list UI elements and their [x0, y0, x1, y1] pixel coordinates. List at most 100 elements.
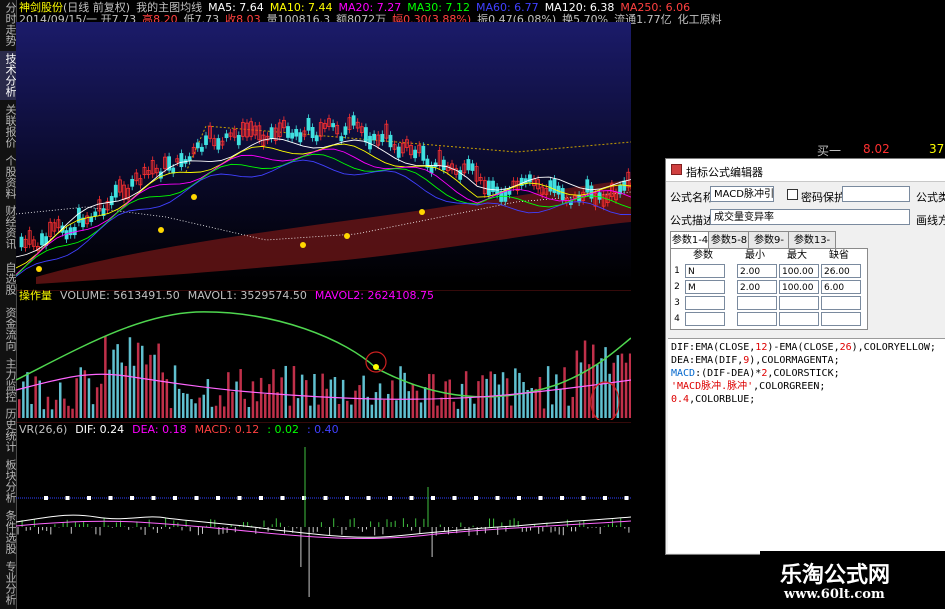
formula-editor-window[interactable]: 指标公式编辑器 公式名称 MACD脉冲引用 密码保护 公式类型 公式描述 成交量…: [665, 158, 945, 555]
volume-bar: [321, 373, 324, 418]
side-tab-8[interactable]: 历史统计: [0, 406, 17, 455]
volume-bar: [292, 366, 296, 418]
side-tab-4[interactable]: 财经资讯: [0, 203, 17, 252]
volume-bar: [592, 344, 595, 418]
formula-name-field[interactable]: MACD脉冲引用: [710, 186, 774, 202]
param-max-cell[interactable]: 100.00: [779, 280, 819, 294]
candle: [585, 179, 590, 193]
candle: [351, 115, 356, 126]
param-name-cell[interactable]: M: [685, 280, 725, 294]
side-tab-11[interactable]: 专业分析: [0, 558, 17, 607]
param-def-cell[interactable]: [821, 312, 861, 326]
editor-title: 指标公式编辑器: [686, 166, 763, 179]
threshold-dot: [259, 496, 263, 500]
param-min-cell[interactable]: 2.00: [737, 280, 777, 294]
volume-bar: [153, 354, 156, 418]
param-row-number: 3: [674, 298, 680, 308]
param-tab-2[interactable]: 参数9-12: [748, 231, 790, 263]
candle: [187, 156, 192, 161]
side-tab-5[interactable]: 自选股: [0, 254, 17, 303]
threshold-dot: [474, 496, 478, 500]
param-min-cell[interactable]: [737, 296, 777, 310]
volume-bar: [337, 403, 341, 418]
volume-bar: [596, 364, 599, 418]
side-tab-2[interactable]: 关联报价: [0, 102, 17, 151]
editor-titlebar[interactable]: 指标公式编辑器: [666, 159, 945, 182]
candle: [310, 126, 315, 138]
param-max-cell[interactable]: [779, 312, 819, 326]
side-tab-10[interactable]: 条件选股: [0, 508, 17, 557]
volume-bar: [18, 399, 21, 418]
volume-bar: [22, 381, 25, 418]
side-tab-3[interactable]: 个股资料: [0, 152, 17, 201]
volume-bar: [341, 379, 345, 418]
volume-bar: [546, 366, 550, 418]
volume-bar: [54, 399, 58, 418]
volume-bar: [628, 353, 631, 418]
volume-bar: [600, 358, 603, 418]
param-name-cell[interactable]: N: [685, 264, 725, 278]
param-name-cell[interactable]: [685, 296, 725, 310]
code-token: 0.4: [671, 394, 690, 405]
volume-bar: [428, 373, 431, 418]
volume-bar: [186, 393, 189, 418]
volume-bar: [370, 404, 374, 418]
param-def-cell[interactable]: [821, 296, 861, 310]
desc-label: 公式描述: [670, 214, 714, 227]
candle: [548, 180, 553, 192]
volume-bar: [387, 393, 390, 418]
threshold-dot: [44, 496, 48, 500]
volume-bar: [75, 378, 78, 418]
volume-bar: [325, 388, 328, 418]
side-tab-0[interactable]: 分时走势: [0, 0, 17, 49]
candle: [224, 133, 229, 139]
password-checkbox[interactable]: [787, 189, 798, 200]
param-min-cell[interactable]: 2.00: [737, 264, 777, 278]
param-tab-3[interactable]: 参数13-16: [788, 231, 836, 263]
volume-bar: [87, 378, 91, 418]
param-min-cell[interactable]: [737, 312, 777, 326]
volume-bar: [559, 388, 562, 418]
volume-bar: [198, 397, 201, 418]
volume-bar: [460, 383, 464, 418]
candle: [441, 159, 446, 171]
threshold-dot: [280, 496, 285, 500]
candlestick-chart[interactable]: [16, 22, 631, 284]
volume-bar: [514, 368, 517, 418]
param-def-cell[interactable]: 6.00: [821, 280, 861, 294]
param-def-cell[interactable]: 26.00: [821, 264, 861, 278]
volume-bar: [555, 374, 558, 418]
param-max-cell[interactable]: 100.00: [779, 264, 819, 278]
name-label: 公式名称: [670, 191, 714, 204]
volume-bar: [202, 394, 205, 418]
macd-chart[interactable]: [16, 422, 631, 609]
param-max-cell[interactable]: [779, 296, 819, 310]
side-tab-7[interactable]: 主力监控: [0, 355, 17, 404]
threshold-dot: [495, 496, 500, 500]
volume-chart[interactable]: [16, 290, 631, 420]
volume-bar: [206, 379, 210, 418]
side-tab-9[interactable]: 板块分析: [0, 457, 17, 506]
param-tab-1[interactable]: 参数5-8: [708, 231, 750, 249]
quote-field-10: 化工原料: [677, 13, 722, 26]
threshold-dot: [538, 496, 543, 500]
volume-bar: [288, 405, 292, 418]
volume-bar: [100, 383, 103, 418]
volume-bar: [309, 405, 312, 418]
code-line: 'MACD脉冲.脉冲',COLORGREEN;: [671, 381, 825, 393]
volume-bar: [149, 354, 152, 418]
side-tab-1[interactable]: 技术分析: [0, 50, 17, 100]
side-tab-strip: 分时走势 技术分析关联报价 个股资料财经资讯自选股资金流向 主力监控历史统计板块分析条…: [0, 0, 17, 609]
volume-bar: [620, 353, 624, 418]
password-field[interactable]: [842, 186, 910, 202]
formula-code-editor[interactable]: DIF:EMA(CLOSE,12)-EMA(CLOSE,26),COLORYEL…: [668, 338, 945, 553]
side-tab-6[interactable]: 资金流向: [0, 305, 17, 354]
threshold-dot: [194, 496, 199, 500]
code-token: ,COLORBLUE;: [689, 394, 756, 405]
volume-bar: [259, 377, 263, 418]
formula-desc-field[interactable]: 成交量变异率: [710, 209, 910, 225]
param-name-cell[interactable]: [685, 312, 725, 326]
volume-bar: [231, 391, 234, 418]
candle: [130, 178, 135, 187]
threshold-dot: [431, 496, 435, 500]
